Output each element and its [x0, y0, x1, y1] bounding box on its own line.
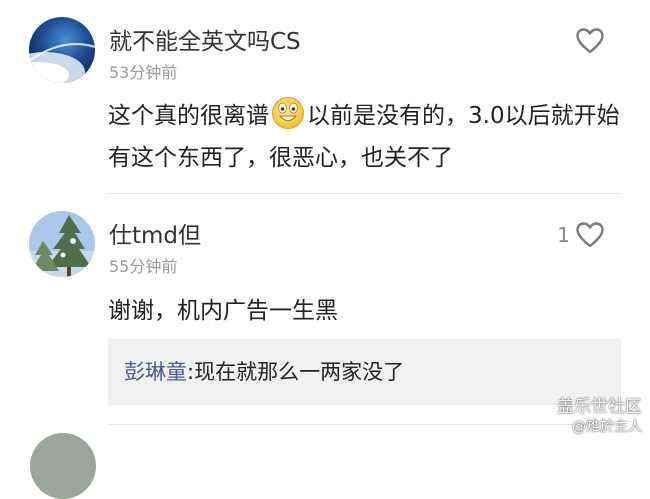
watermark: 盖乐世社区 @雉於主人: [557, 396, 642, 436]
comment-text: 这个真的很离谱: [108, 103, 269, 129]
reply-preview[interactable]: 彭琳童:现在就那么一两家没了: [108, 339, 621, 405]
username[interactable]: 仕tmd但: [109, 216, 201, 250]
heart-icon[interactable]: [576, 28, 604, 54]
heart-icon[interactable]: [576, 222, 604, 248]
avatar[interactable]: [29, 17, 95, 83]
reply-author[interactable]: 彭琳童: [124, 360, 187, 384]
like-count: 1: [557, 223, 570, 247]
reply-text: 彭琳童:现在就那么一两家没了: [124, 356, 404, 386]
timestamp: 53分钟前: [109, 63, 178, 82]
avatar[interactable]: [30, 433, 96, 499]
reply-content: 现在就那么一两家没了: [194, 360, 405, 384]
comment-body: 这个真的很离谱 以前是没有的，3.0以后就开始有这个东西了，很恶心，也关不了: [108, 95, 628, 179]
watermark-handle: @雉於主人: [572, 419, 642, 435]
timestamp: 55分钟前: [109, 257, 178, 276]
comment-body: 谢谢，机内广告一生黑: [108, 298, 338, 324]
comment-item: 仕tmd但 55分钟前 1 谢谢，机内广告一生黑 彭琳童:现在就那么一两家没了: [0, 194, 650, 424]
like-button[interactable]: 1: [557, 222, 604, 248]
comment-item: 就不能全英文吗CS 53分钟前 这个真的很离谱 以前是没有的，3.0以后就开始有…: [0, 0, 650, 194]
pine-tree-avatar-icon: [29, 211, 95, 277]
watermark-name: 盖乐世社区: [557, 397, 642, 417]
earth-orbit-avatar-icon: [29, 17, 95, 83]
username[interactable]: 就不能全英文吗CS: [109, 22, 301, 56]
avatar[interactable]: [29, 211, 95, 277]
like-button[interactable]: [576, 28, 604, 54]
divider: [108, 424, 621, 425]
grinning-face-emoji-icon: [271, 96, 305, 130]
